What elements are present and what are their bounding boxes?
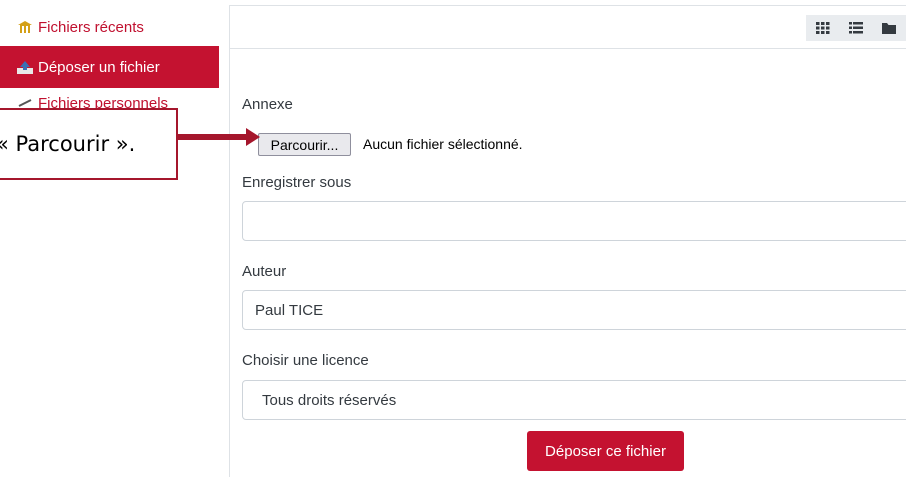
grid-view-icon[interactable] [806, 15, 839, 41]
sidebar-item-label: Déposer un fichier [38, 58, 160, 76]
license-label: Choisir une licence [242, 352, 369, 369]
author-label: Auteur [242, 263, 287, 280]
recent-files-icon [16, 19, 34, 35]
callout-text: « Parcourir ». [0, 132, 136, 156]
file-picker-sidebar: Fichiers récents Déposer un fichier Fich… [0, 0, 229, 477]
callout-arrow-line [178, 134, 250, 140]
view-toolbar [230, 6, 906, 49]
browse-button[interactable]: Parcourir... [258, 133, 351, 156]
save-as-label: Enregistrer sous [242, 174, 352, 191]
view-switcher [806, 15, 906, 41]
sidebar-item-upload[interactable]: Déposer un fichier [0, 46, 219, 88]
callout-arrow-icon [246, 128, 260, 146]
upload-icon [16, 59, 34, 75]
list-view-icon[interactable] [839, 15, 872, 41]
sidebar-item-recent-files[interactable]: Fichiers récents [0, 9, 219, 45]
save-as-input[interactable] [242, 201, 906, 241]
instruction-callout: « Parcourir ». [0, 108, 178, 180]
upload-panel: Annexe Parcourir... Aucun fichier sélect… [229, 5, 906, 477]
no-file-selected-text: Aucun fichier sélectionné. [363, 136, 523, 152]
sidebar-item-label: Fichiers récents [38, 18, 144, 36]
license-select[interactable]: Tous droits réservés [242, 380, 906, 420]
author-input[interactable]: Paul TICE [242, 290, 906, 330]
attachment-label: Annexe [242, 96, 293, 113]
tree-view-icon[interactable] [872, 15, 905, 41]
upload-file-button[interactable]: Déposer ce fichier [527, 431, 684, 471]
